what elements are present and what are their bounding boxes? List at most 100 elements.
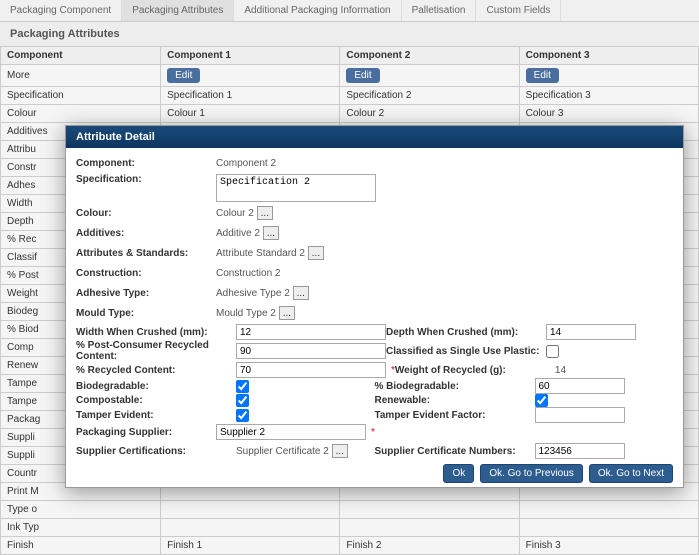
table-cell: [340, 501, 519, 519]
checkbox-tamper-evident[interactable]: [236, 409, 249, 422]
value-supplier-cert: Supplier Certificate 2: [236, 446, 329, 457]
table-cell: Specification 3: [519, 87, 698, 105]
input-packaging-supplier[interactable]: [216, 424, 366, 440]
value-construction: Construction 2: [216, 268, 673, 279]
tab-additional-packaging-information[interactable]: Additional Packaging Information: [234, 0, 401, 21]
column-header: Component 1: [161, 47, 340, 65]
table-cell: [519, 501, 698, 519]
row-label: Ink Typ: [1, 519, 161, 537]
input-width-crushed[interactable]: [236, 324, 386, 340]
label-compostable: Compostable:: [76, 395, 236, 406]
tab-palletisation[interactable]: Palletisation: [402, 0, 477, 21]
label-supplier-cert-numbers: Supplier Certificate Numbers:: [375, 446, 535, 457]
picker-attributes-standards[interactable]: ...: [308, 246, 324, 260]
input-post-consumer[interactable]: [236, 343, 386, 359]
row-label: Colour: [1, 105, 161, 123]
ok-previous-button[interactable]: Ok. Go to Previous: [480, 464, 582, 483]
table-cell: Colour 2: [340, 105, 519, 123]
ok-next-button[interactable]: Ok. Go to Next: [589, 464, 673, 483]
table-cell: Edit: [161, 65, 340, 87]
tab-custom-fields[interactable]: Custom Fields: [476, 0, 561, 21]
modal-body: Component: Component 2 Specification: Sp…: [66, 148, 683, 460]
modal-title: Attribute Detail: [66, 126, 683, 148]
table-row: ColourColour 1Colour 2Colour 3: [1, 105, 699, 123]
table-row: Type o: [1, 501, 699, 519]
tab-packaging-attributes[interactable]: Packaging Attributes: [122, 0, 234, 21]
label-biodegradable: Biodegradable:: [76, 381, 236, 392]
column-header: Component 2: [340, 47, 519, 65]
section-title: Packaging Attributes: [0, 22, 699, 46]
input-recycled-content[interactable]: [236, 362, 386, 378]
label-component: Component:: [76, 158, 216, 169]
edit-button[interactable]: Edit: [167, 68, 200, 83]
label-pct-biodegradable: % Biodegradable:: [375, 381, 535, 392]
tab-packaging-component[interactable]: Packaging Component: [0, 0, 122, 21]
row-label: Finish: [1, 537, 161, 555]
table-cell: [340, 519, 519, 537]
table-cell: Finish 3: [519, 537, 698, 555]
value-mould-type: Mould Type 2: [216, 308, 276, 319]
label-single-use: Classified as Single Use Plastic:: [386, 346, 546, 357]
table-cell: Edit: [519, 65, 698, 87]
table-cell: Edit: [340, 65, 519, 87]
ok-button[interactable]: Ok: [443, 464, 474, 483]
attribute-detail-modal: Attribute Detail Component: Component 2 …: [65, 125, 684, 488]
input-specification[interactable]: Specification 2: [216, 174, 376, 202]
value-adhesive-type: Adhesive Type 2: [216, 288, 290, 299]
label-attributes-standards: Attributes & Standards:: [76, 248, 216, 259]
label-additives: Additives:: [76, 228, 216, 239]
row-label: Type o: [1, 501, 161, 519]
label-depth-crushed: Depth When Crushed (mm):: [386, 327, 546, 338]
value-colour: Colour 2: [216, 208, 254, 219]
label-tamper-evident: Tamper Evident:: [76, 410, 236, 421]
table-cell: Specification 2: [340, 87, 519, 105]
checkbox-compostable[interactable]: [236, 394, 249, 407]
row-label: Specification: [1, 87, 161, 105]
label-construction: Construction:: [76, 268, 216, 279]
table-cell: Finish 2: [340, 537, 519, 555]
picker-supplier-cert[interactable]: ...: [332, 444, 348, 458]
table-cell: Finish 1: [161, 537, 340, 555]
label-mould-type: Mould Type:: [76, 308, 216, 319]
table-cell: Colour 1: [161, 105, 340, 123]
modal-footer: Ok Ok. Go to Previous Ok. Go to Next: [66, 460, 683, 487]
label-width-crushed: Width When Crushed (mm):: [76, 327, 236, 338]
table-cell: [161, 519, 340, 537]
edit-button[interactable]: Edit: [346, 68, 379, 83]
column-header: Component 3: [519, 47, 698, 65]
table-cell: Specification 1: [161, 87, 340, 105]
label-packaging-supplier: Packaging Supplier:: [76, 427, 216, 438]
input-supplier-cert-numbers[interactable]: [535, 443, 625, 459]
table-cell: [519, 519, 698, 537]
label-adhesive-type: Adhesive Type:: [76, 288, 216, 299]
checkbox-biodegradable[interactable]: [236, 380, 249, 393]
checkbox-renewable[interactable]: [535, 394, 548, 407]
input-tamper-factor[interactable]: [535, 407, 625, 423]
picker-adhesive-type[interactable]: ...: [293, 286, 309, 300]
picker-colour[interactable]: ...: [257, 206, 273, 220]
picker-mould-type[interactable]: ...: [279, 306, 295, 320]
input-pct-biodegradable[interactable]: [535, 378, 625, 394]
edit-button[interactable]: Edit: [526, 68, 559, 83]
required-indicator: *: [371, 427, 375, 438]
picker-additives[interactable]: ...: [263, 226, 279, 240]
value-attributes-standards: Attribute Standard 2: [216, 248, 305, 259]
label-colour: Colour:: [76, 208, 216, 219]
value-additives: Additive 2: [216, 228, 260, 239]
value-component: Component 2: [216, 158, 673, 169]
label-supplier-cert: Supplier Certifications:: [76, 446, 236, 457]
table-row: More Edit Edit Edit: [1, 65, 699, 87]
label-specification: Specification:: [76, 174, 216, 185]
row-label: More: [1, 65, 161, 87]
checkbox-single-use[interactable]: [546, 345, 559, 358]
table-row: FinishFinish 1Finish 2Finish 3: [1, 537, 699, 555]
input-depth-crushed[interactable]: [546, 324, 636, 340]
table-cell: [161, 501, 340, 519]
label-renewable: Renewable:: [375, 395, 535, 406]
top-tabs: Packaging ComponentPackaging AttributesA…: [0, 0, 699, 22]
table-row: Ink Typ: [1, 519, 699, 537]
label-weight-recycled: Weight of Recycled (g):: [395, 365, 555, 376]
label-recycled-content: % Recycled Content:: [76, 365, 236, 376]
column-header: Component: [1, 47, 161, 65]
table-row: SpecificationSpecification 1Specificatio…: [1, 87, 699, 105]
